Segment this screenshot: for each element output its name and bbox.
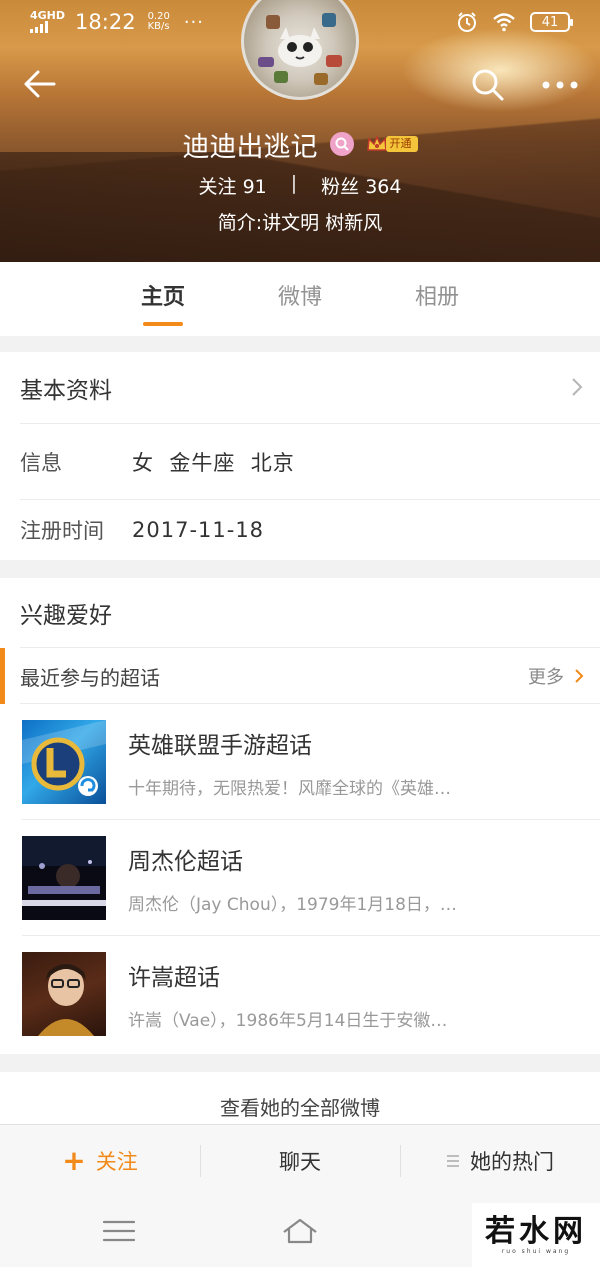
following-stat[interactable]: 关注 91	[199, 172, 267, 199]
interests-card: 兴趣爱好 最近参与的超话 更多 英雄联盟手游超话 十年期待，无限热爱！风靡全球的…	[0, 578, 600, 1054]
network-speed: 0.20 KB/s	[148, 12, 170, 32]
vip-open-label: 开通	[385, 136, 418, 152]
list-icon	[447, 1154, 459, 1167]
speed-unit: KB/s	[147, 21, 170, 32]
basic-info-header[interactable]: 基本资料	[0, 352, 600, 424]
topic-description: 十年期待，无限热爱！风靡全球的《英雄…	[128, 778, 451, 799]
super-search-badge-icon[interactable]	[329, 132, 354, 156]
topic-thumbnail-lol	[22, 720, 106, 804]
topic-thumbnail-jay	[22, 836, 106, 920]
list-item[interactable]: 英雄联盟手游超话 十年期待，无限热爱！风靡全球的《英雄…	[0, 704, 600, 820]
network-type: 4GHD	[30, 8, 66, 22]
basic-info-card: 基本资料 信息 女 金牛座 北京 注册时间 2017-11-18	[0, 352, 600, 560]
followers-stat[interactable]: 粉丝 364	[321, 172, 401, 199]
profile-name: 迪迪出逃记	[182, 131, 318, 163]
register-label: 注册时间	[20, 519, 104, 543]
topic-description: 许嵩（Vae），1986年5月14日生于安徽…	[128, 1010, 448, 1031]
info-label: 信息	[20, 451, 62, 475]
profile-bio: 简介:讲文明 树新风	[217, 212, 383, 234]
view-all-weibo-link[interactable]: 查看她的全部微博	[220, 1092, 380, 1121]
battery-indicator: 41	[530, 12, 573, 32]
super-topics-more-button[interactable]: 更多	[528, 663, 600, 689]
more-label: 更多	[528, 667, 564, 688]
more-options-icon[interactable]	[540, 70, 580, 100]
watermark-title: 若水网	[485, 1213, 587, 1249]
search-icon[interactable]	[470, 64, 506, 104]
signal-bars-icon	[30, 20, 48, 33]
followers-label: 粉丝	[321, 176, 360, 198]
topic-description: 周杰伦（Jay Chou），1979年1月18日，…	[128, 894, 457, 915]
signal-indicator: 4GHD	[30, 10, 65, 35]
hot-posts-button[interactable]: 她的热门	[400, 1141, 600, 1181]
profile-page: 4GHD 18:22 0.20 KB/s ··· 41 迪迪出逃记 开通 关注 …	[0, 0, 600, 1267]
following-count: 91	[242, 176, 267, 198]
bottom-action-bar: + 关注 聊天 她的热门	[0, 1124, 600, 1196]
profile-stats: 关注 91 | 粉丝 364	[0, 172, 600, 199]
list-item[interactable]: 周杰伦超话 周杰伦（Jay Chou），1979年1月18日，…	[0, 820, 600, 936]
system-navigation-bar: 若水网 ruo shui wang	[0, 1196, 600, 1267]
vip-badge[interactable]: 开通	[366, 134, 418, 154]
status-more: ···	[183, 11, 204, 33]
tab-weibo[interactable]: 微博	[232, 262, 369, 336]
register-row: 注册时间 2017-11-18	[0, 500, 600, 560]
list-item[interactable]: 许嵩超话 许嵩（Vae），1986年5月14日生于安徽…	[0, 936, 600, 1052]
topic-name: 许嵩超话	[128, 964, 220, 991]
back-arrow-icon[interactable]	[20, 64, 60, 104]
followers-count: 364	[365, 176, 402, 198]
profile-header: 4GHD 18:22 0.20 KB/s ··· 41 迪迪出逃记 开通 关注 …	[0, 0, 600, 262]
profile-name-row: 迪迪出逃记 开通	[0, 124, 600, 164]
watermark-subtitle: ruo shui wang	[501, 1247, 571, 1255]
info-row: 信息 女 金牛座 北京	[0, 424, 600, 500]
chevron-right-icon	[575, 669, 584, 683]
plus-icon: +	[62, 1143, 86, 1177]
avatar-image	[258, 13, 342, 85]
home-icon[interactable]	[280, 1216, 320, 1246]
tab-home[interactable]: 主页	[95, 262, 232, 336]
stats-separator: |	[290, 172, 298, 194]
follow-button[interactable]: + 关注	[0, 1141, 200, 1181]
profile-tabs: 主页 微博 相册	[0, 262, 600, 336]
register-value: 2017-11-18	[132, 518, 265, 542]
chat-label: 聊天	[279, 1149, 321, 1174]
following-label: 关注	[198, 176, 237, 198]
wifi-icon	[493, 13, 515, 32]
alarm-icon	[458, 12, 476, 32]
follow-label: 关注	[95, 1149, 138, 1174]
crown-icon	[366, 135, 387, 151]
super-topics-header: 最近参与的超话 更多	[0, 648, 600, 704]
chat-button[interactable]: 聊天	[200, 1141, 400, 1181]
avatar[interactable]	[241, 0, 359, 100]
chevron-right-icon	[572, 378, 583, 396]
status-time: 18:22	[75, 10, 136, 34]
basic-info-title: 基本资料	[20, 378, 112, 404]
topic-name: 周杰伦超话	[128, 848, 243, 875]
header-background-hills-front	[0, 152, 600, 262]
topic-thumbnail-xu	[22, 952, 106, 1036]
topic-name: 英雄联盟手游超话	[128, 732, 312, 759]
super-topics-title: 最近参与的超话	[20, 665, 160, 690]
view-all-card: 查看她的全部微博	[0, 1072, 600, 1132]
menu-icon[interactable]	[100, 1216, 140, 1246]
hot-posts-label: 她的热门	[470, 1149, 554, 1174]
info-value: 女 金牛座 北京	[132, 451, 295, 475]
interests-title: 兴趣爱好	[0, 578, 600, 648]
watermark-logo: 若水网 ruo shui wang	[472, 1203, 600, 1267]
tab-album[interactable]: 相册	[369, 262, 506, 336]
